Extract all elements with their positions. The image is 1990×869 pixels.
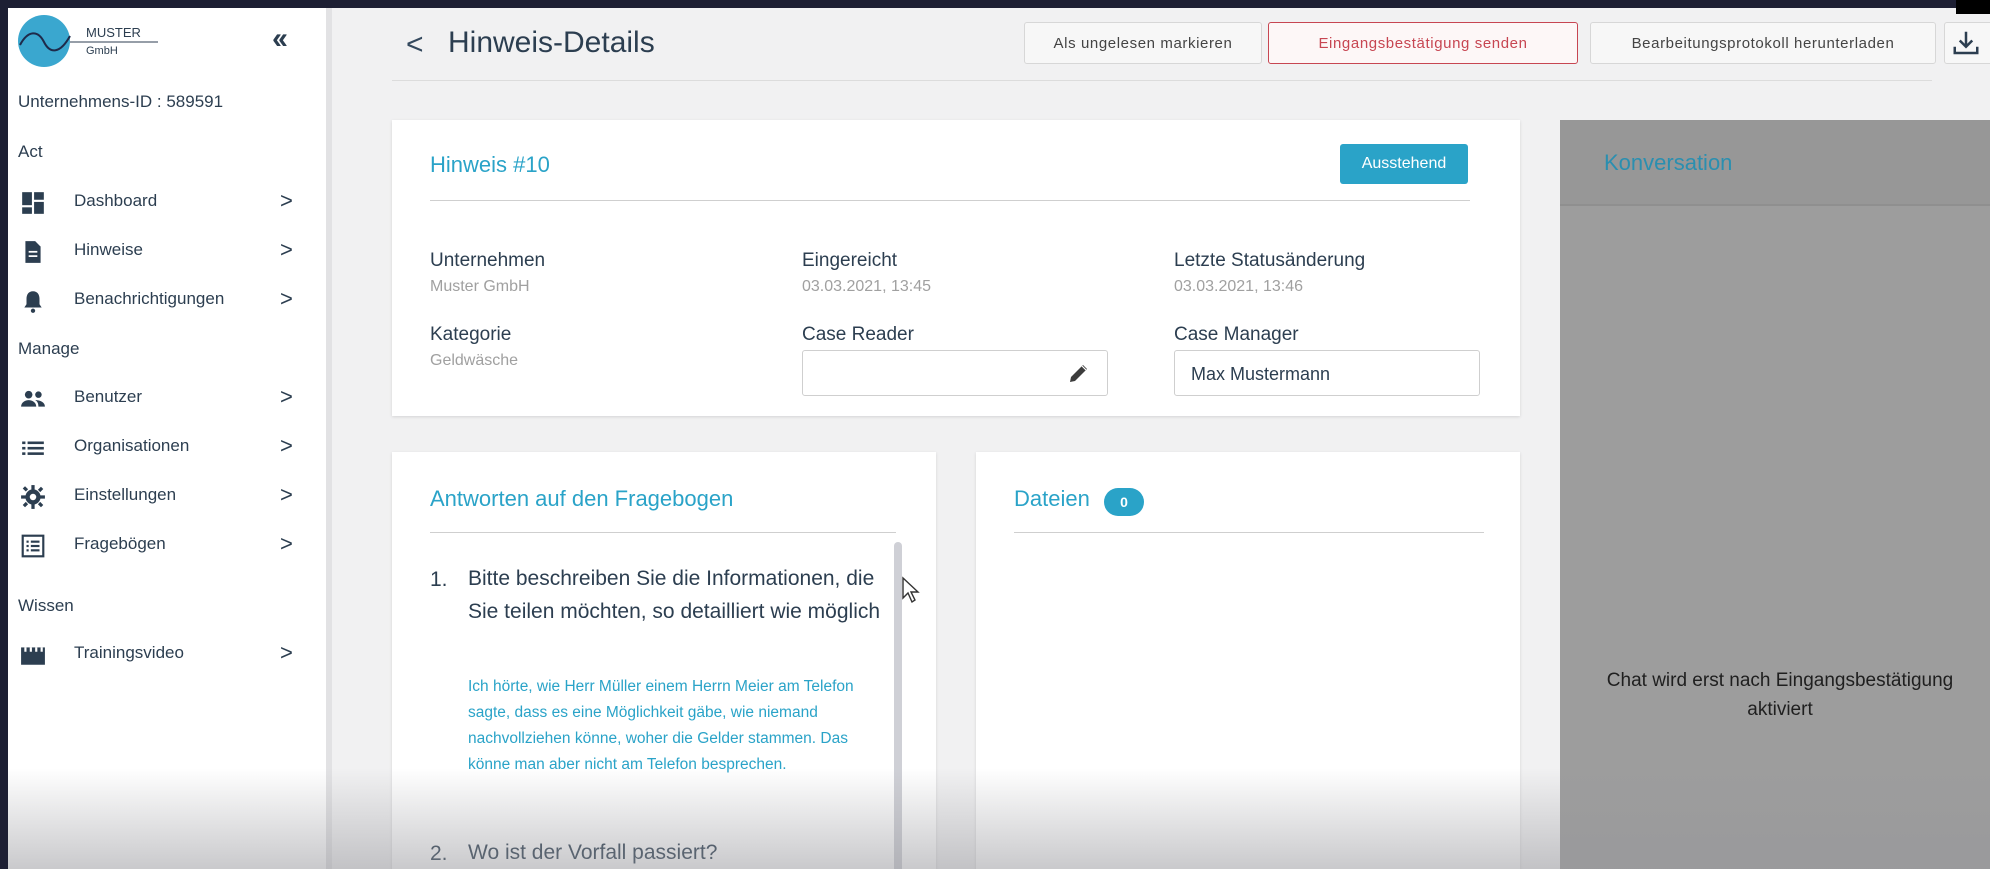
case-reader-label: Case Reader	[802, 324, 914, 345]
card-divider	[430, 200, 1470, 201]
last-change-value: 03.03.2021, 13:46	[1174, 278, 1304, 295]
chevron-right-icon: >	[280, 433, 293, 458]
question-number: 2.	[430, 842, 448, 865]
chevron-right-icon: >	[280, 237, 293, 262]
chevron-right-icon: >	[280, 640, 293, 665]
sidebar-item-benachrichtigungen[interactable]: Benachrichtigungen >	[8, 280, 318, 320]
logo-text-1: MUSTER	[86, 25, 141, 40]
questionnaire-card: Antworten auf den Fragebogen 1. Bitte be…	[392, 452, 936, 869]
logo-text-2: GmbH	[86, 45, 118, 57]
chevron-right-icon: >	[280, 531, 293, 556]
sidebar-item-trainingsvideo[interactable]: Trainingsvideo >	[8, 634, 318, 674]
files-card: Dateien 0	[976, 452, 1520, 869]
question-number: 1.	[430, 568, 448, 591]
pencil-icon[interactable]	[1067, 361, 1091, 385]
case-manager-value: Max Mustermann	[1191, 364, 1331, 384]
sidebar-item-label: Trainingsvideo	[74, 643, 184, 662]
category-label: Kategorie	[430, 324, 512, 345]
files-count-badge: 0	[1104, 488, 1144, 516]
back-icon[interactable]: <	[406, 28, 424, 62]
question-text: Bitte beschreiben Sie die Informationen,…	[468, 567, 881, 623]
submitted-value: 03.03.2021, 13:45	[802, 278, 932, 295]
last-change-label: Letzte Statusänderung	[1174, 250, 1366, 271]
case-reader-input[interactable]	[802, 350, 1108, 396]
section-act: Act	[18, 142, 43, 161]
questionnaire-title: Antworten auf den Fragebogen	[430, 486, 734, 511]
document-icon	[25, 241, 41, 263]
window-control[interactable]	[1956, 0, 1990, 14]
sidebar-item-label: Fragebögen	[74, 534, 166, 553]
sidebar-item-label: Einstellungen	[74, 485, 177, 504]
page-title: Hinweis-Details	[448, 26, 655, 59]
report-title: Hinweis #10	[430, 152, 550, 177]
company-logo[interactable]: MUSTER GmbH	[16, 12, 166, 68]
card-divider	[430, 532, 896, 533]
sidebar-item-organisationen[interactable]: Organisationen >	[8, 427, 318, 467]
chevron-right-icon: >	[280, 286, 293, 311]
question-text: Wo ist der Vorfall passiert?	[468, 841, 718, 864]
gear-icon	[21, 485, 45, 509]
sidebar-item-label: Dashboard	[74, 191, 158, 210]
submitted-label: Eingereicht	[802, 250, 898, 271]
sidebar: MUSTER GmbH ‹‹ Unternehmens-ID : 589591 …	[8, 8, 332, 869]
section-manage: Manage	[18, 339, 80, 358]
sidebar-item-label: Benachrichtigungen	[74, 289, 225, 308]
bell-icon	[24, 291, 42, 313]
sidebar-item-dashboard[interactable]: Dashboard >	[8, 182, 318, 222]
case-manager-label: Case Manager	[1174, 324, 1299, 345]
company-value: Muster GmbH	[430, 278, 530, 295]
details-card: Hinweis #10 Ausstehend Unternehmen Muste…	[392, 120, 1520, 416]
sidebar-item-label: Organisationen	[74, 436, 190, 455]
case-manager-input[interactable]: Max Mustermann	[1174, 350, 1480, 396]
collapse-sidebar-icon[interactable]: ‹‹	[272, 22, 288, 56]
dashboard-icon	[22, 192, 44, 214]
send-confirmation-button[interactable]: Eingangsbestätigung senden	[1268, 22, 1578, 64]
answer-text: Ich hörte, wie Herr Müller einem Herrn M…	[468, 678, 854, 773]
card-divider	[1014, 532, 1484, 533]
users-icon	[21, 390, 45, 407]
chevron-right-icon: >	[280, 188, 293, 213]
download-icon	[1953, 31, 1979, 55]
video-icon	[21, 647, 45, 665]
files-title: Dateien	[1014, 486, 1090, 511]
conversation-title: Konversation	[1604, 150, 1733, 175]
sidebar-item-label: Hinweise	[74, 240, 143, 259]
company-label: Unternehmen	[430, 250, 546, 271]
logo-icon: MUSTER GmbH	[18, 15, 158, 67]
conversation-header: Konversation	[1560, 120, 1990, 206]
app-window: MUSTER GmbH ‹‹ Unternehmens-ID : 589591 …	[8, 8, 1990, 869]
sidebar-item-benutzer[interactable]: Benutzer >	[8, 378, 318, 418]
sidebar-item-frageboegen[interactable]: Fragebögen >	[8, 525, 318, 565]
list-icon	[22, 441, 44, 455]
chevron-right-icon: >	[280, 384, 293, 409]
section-wissen: Wissen	[18, 596, 74, 615]
chat-disabled-message: Chat wird erst nach Eingangsbestätigung …	[1606, 670, 1954, 720]
form-icon	[21, 534, 45, 558]
conversation-panel: Konversation Chat wird erst nach Eingang…	[1560, 120, 1990, 869]
status-badge: Ausstehend	[1340, 144, 1468, 184]
company-id: Unternehmens-ID : 589591	[18, 92, 224, 111]
sidebar-item-hinweise[interactable]: Hinweise >	[8, 231, 318, 271]
chevron-right-icon: >	[280, 482, 293, 507]
download-button[interactable]	[1944, 22, 1990, 64]
header-divider	[392, 80, 1932, 81]
download-log-button[interactable]: Bearbeitungsprotokoll herunterladen	[1590, 22, 1936, 64]
sidebar-item-einstellungen[interactable]: Einstellungen >	[8, 476, 318, 516]
category-value: Geldwäsche	[430, 352, 519, 369]
mark-unread-button[interactable]: Als ungelesen markieren	[1024, 22, 1262, 64]
mouse-cursor-icon	[902, 576, 920, 604]
sidebar-item-label: Benutzer	[74, 387, 143, 406]
